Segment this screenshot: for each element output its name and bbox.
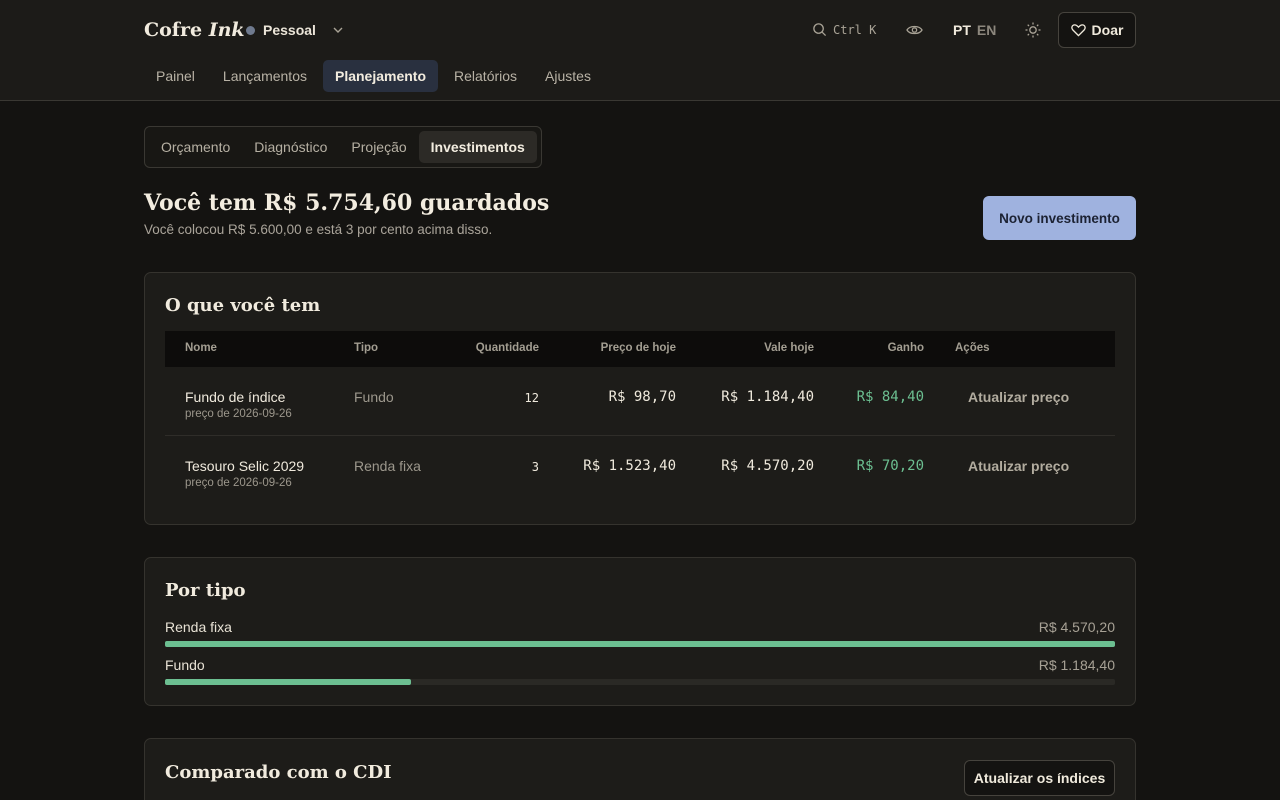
theme-toggle-button[interactable]: [1024, 21, 1042, 44]
profile-name: Pessoal: [263, 22, 316, 38]
tab-investimentos[interactable]: Investimentos: [418, 131, 537, 163]
profile-dot-icon: [246, 25, 255, 35]
donate-button[interactable]: Doar: [1058, 12, 1136, 48]
row-type: Fundo: [354, 389, 394, 405]
table-header: Nome Tipo Quantidade Preço de hoje Vale …: [165, 331, 1115, 367]
type-bar-track: [165, 641, 1115, 647]
col-gain: Ganho: [887, 342, 924, 354]
table-row: Tesouro Selic 2029 preço de 2026-09-26 R…: [165, 436, 1115, 505]
nav-item-planejamento[interactable]: Planejamento: [322, 60, 439, 92]
brand-accent: Ink: [208, 19, 245, 41]
col-name: Nome: [185, 342, 217, 354]
row-price-date: preço de 2026-09-26: [185, 477, 292, 489]
nav-item-painel[interactable]: Painel: [144, 60, 207, 92]
type-bar-fill: [165, 679, 412, 685]
lang-pt[interactable]: PT: [953, 22, 971, 38]
tab-projecao[interactable]: Projeção: [339, 131, 418, 163]
row-type: Renda fixa: [354, 458, 421, 474]
row-gain: R$ 70,20: [856, 458, 924, 474]
cdi-card: Comparado com o CDI Atualizar os índices: [144, 738, 1136, 800]
row-price: R$ 98,70: [608, 389, 676, 405]
language-switcher: PT EN: [953, 22, 996, 38]
row-price: R$ 1.523,40: [583, 458, 676, 474]
nav-item-lancamentos[interactable]: Lançamentos: [211, 60, 319, 92]
type-label: Fundo: [165, 657, 205, 673]
type-value: R$ 1.184,40: [1038, 657, 1115, 673]
search-icon: [813, 23, 827, 37]
row-price-date: preço de 2026-09-26: [185, 408, 292, 420]
main-nav: Painel Lançamentos Planejamento Relatóri…: [144, 60, 607, 92]
by-type-card: Por tipo Renda fixa R$ 4.570,20 Fundo R$…: [144, 557, 1136, 706]
row-value: R$ 4.570,20: [721, 458, 814, 474]
nav-item-ajustes[interactable]: Ajustes: [533, 60, 603, 92]
sun-icon: [1025, 22, 1041, 38]
type-value: R$ 4.570,20: [1038, 619, 1115, 635]
col-actions: Ações: [955, 342, 990, 354]
holdings-title: O que você tem: [165, 295, 321, 316]
brand-logo[interactable]: Cofre Ink: [144, 19, 245, 41]
type-label: Renda fixa: [165, 619, 232, 635]
tab-diagnostico[interactable]: Diagnóstico: [242, 131, 339, 163]
col-price: Preço de hoje: [600, 342, 676, 354]
holdings-card: O que você tem Nome Tipo Quantidade Preç…: [144, 272, 1136, 525]
row-gain: R$ 84,40: [856, 389, 924, 405]
cdi-title: Comparado com o CDI: [165, 762, 392, 783]
search-button[interactable]: Ctrl K: [812, 22, 876, 37]
app-header: Cofre Ink Pessoal Ctrl K PT EN Doar Pain…: [0, 0, 1280, 101]
eye-icon: [906, 25, 923, 35]
profile-switcher[interactable]: Pessoal: [246, 22, 344, 38]
col-qty: Quantidade: [475, 342, 539, 354]
type-bar-track: [165, 679, 1115, 685]
search-shortcut: Ctrl K: [833, 22, 877, 37]
new-investment-button[interactable]: Novo investimento: [983, 196, 1136, 240]
row-qty: 3: [531, 460, 539, 474]
tab-orcamento[interactable]: Orçamento: [149, 131, 242, 163]
nav-item-relatorios[interactable]: Relatórios: [442, 60, 529, 92]
planning-tabs: Orçamento Diagnóstico Projeção Investime…: [144, 126, 542, 168]
table-row: Fundo de índice preço de 2026-09-26 Fund…: [165, 367, 1115, 436]
row-name: Tesouro Selic 2029: [185, 458, 305, 474]
row-name: Fundo de índice: [185, 389, 286, 405]
brand-main: Cofre: [144, 19, 203, 41]
page-title: Você tem R$ 5.754,60 guardados: [144, 190, 550, 216]
update-price-button[interactable]: Atualizar preço: [968, 389, 1069, 405]
type-bar-fill: [165, 641, 1115, 647]
by-type-title: Por tipo: [165, 580, 246, 601]
lang-en[interactable]: EN: [977, 22, 996, 38]
update-indices-button[interactable]: Atualizar os índices: [964, 760, 1115, 796]
page-subtitle: Você colocou R$ 5.600,00 e está 3 por ce…: [144, 222, 493, 237]
row-qty: 12: [524, 391, 539, 405]
col-type: Tipo: [354, 342, 379, 354]
heart-icon: [1070, 24, 1086, 37]
donate-label: Doar: [1091, 22, 1124, 38]
update-price-button[interactable]: Atualizar preço: [968, 458, 1069, 474]
row-value: R$ 1.184,40: [721, 389, 814, 405]
chevron-down-icon: [333, 27, 343, 33]
toggle-visibility-button[interactable]: [906, 22, 923, 43]
col-value: Vale hoje: [764, 342, 814, 354]
